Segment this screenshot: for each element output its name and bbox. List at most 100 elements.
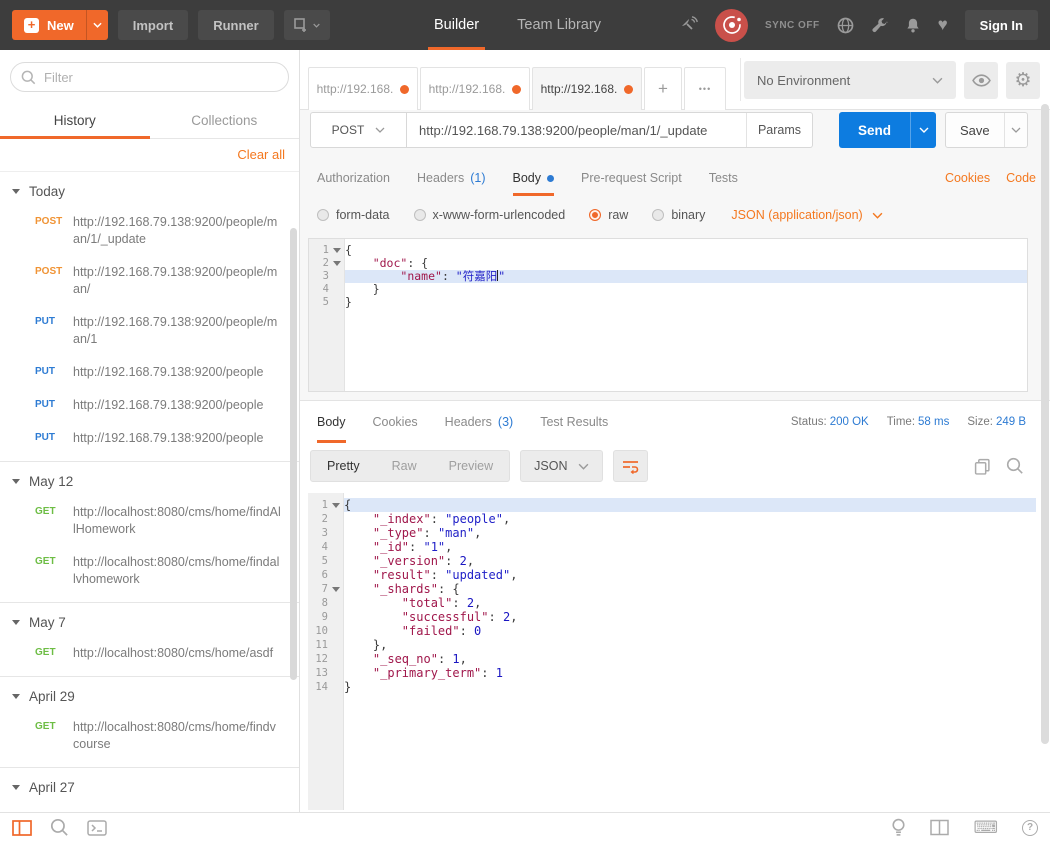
request-tab-headers[interactable]: Headers(1) — [417, 160, 486, 196]
code-text: "failed": 0 — [344, 624, 1036, 638]
sidebar-tab-collections[interactable]: Collections — [150, 104, 300, 138]
bell-icon[interactable] — [905, 17, 921, 34]
format-select[interactable]: JSON — [520, 450, 603, 482]
search-everywhere-icon[interactable] — [50, 818, 69, 837]
nav-tab-team-library[interactable]: Team Library — [511, 0, 607, 50]
two-pane-layout-icon[interactable] — [930, 819, 949, 836]
response-tab-cookies[interactable]: Cookies — [373, 401, 418, 443]
send-dropdown-arrow[interactable] — [910, 112, 936, 148]
content-type-select[interactable]: JSON (application/json) — [731, 208, 882, 222]
view-mode-pretty[interactable]: Pretty — [311, 451, 376, 481]
wrench-icon[interactable] — [871, 17, 888, 34]
history-item[interactable]: PUThttp://192.168.79.138:9200/people — [0, 422, 299, 455]
fold-arrow-icon[interactable] — [329, 257, 345, 270]
response-body-editor[interactable]: 1{2 "_index": "people",3 "_type": "man",… — [308, 493, 1036, 810]
console-icon[interactable] — [87, 820, 107, 836]
more-tabs-button[interactable]: ••• — [684, 67, 726, 110]
sidebar-tab-history[interactable]: History — [0, 104, 150, 138]
history-item[interactable]: POSThttp://localhost:8080/cms/login/dol — [0, 802, 299, 812]
history-item[interactable]: POSThttp://192.168.79.138:9200/people/ma… — [0, 206, 299, 256]
request-tab-authorization[interactable]: Authorization — [317, 160, 390, 196]
new-dropdown-arrow[interactable] — [86, 10, 108, 40]
nav-tab-builder[interactable]: Builder — [428, 0, 485, 50]
environment-select[interactable]: No Environment — [744, 61, 956, 99]
request-url-tab[interactable]: http://192.168. — [420, 67, 530, 110]
request-url-tab[interactable]: http://192.168. — [532, 67, 642, 110]
code-line: 9 "successful": 2, — [308, 610, 1036, 624]
cookies-link[interactable]: Cookies — [945, 171, 990, 185]
lightbulb-icon[interactable] — [891, 818, 906, 837]
request-body-editor[interactable]: 1{2 "doc": {3 "name": "符嘉阳"4 }5} — [308, 238, 1028, 392]
code-token: "_id" — [373, 540, 409, 554]
code-token: : — [460, 624, 474, 638]
body-mode-x-www-form-urlencoded[interactable]: x-www-form-urlencoded — [414, 208, 566, 222]
chevron-down-icon — [872, 212, 883, 219]
code-link[interactable]: Code — [1006, 171, 1036, 185]
method-badge: PUT — [35, 430, 71, 447]
body-mode-binary[interactable]: binary — [652, 208, 705, 222]
params-button[interactable]: Params — [746, 113, 812, 147]
history-item[interactable]: GEThttp://localhost:8080/cms/home/findal… — [0, 546, 299, 596]
view-mode-raw[interactable]: Raw — [376, 451, 433, 481]
help-icon[interactable]: ? — [1022, 820, 1038, 836]
sidebar-toggle-icon[interactable] — [12, 820, 32, 836]
history-item[interactable]: GEThttp://localhost:8080/cms/home/findAl… — [0, 496, 299, 546]
request-url-tab[interactable]: http://192.168. — [308, 67, 418, 110]
fold-arrow-icon[interactable] — [329, 244, 345, 257]
fold-arrow-icon[interactable] — [328, 498, 344, 512]
body-mode-form-data[interactable]: form-data — [317, 208, 390, 222]
format-select-value: JSON — [534, 459, 567, 473]
history-item[interactable]: POSThttp://192.168.79.138:9200/people/ma… — [0, 256, 299, 306]
history-group-header[interactable]: Today — [0, 172, 299, 206]
sidebar-scrollbar[interactable] — [290, 228, 297, 680]
fold-slot — [328, 554, 344, 568]
new-tab-button[interactable]: + — [644, 67, 682, 110]
history-group-header[interactable]: May 12 — [0, 462, 299, 496]
history-item[interactable]: PUThttp://192.168.79.138:9200/people — [0, 389, 299, 422]
runner-button[interactable]: Runner — [198, 10, 274, 40]
main-scrollbar[interactable] — [1041, 104, 1049, 744]
request-tab-tests[interactable]: Tests — [709, 160, 738, 196]
sign-in-button[interactable]: Sign In — [965, 10, 1038, 40]
globe-icon[interactable] — [837, 17, 854, 34]
view-mode-preview[interactable]: Preview — [433, 451, 509, 481]
wrap-lines-button[interactable] — [613, 450, 648, 482]
history-item[interactable]: PUThttp://192.168.79.138:9200/people — [0, 356, 299, 389]
response-tab-label: Headers — [445, 415, 492, 429]
code-line: 10 "failed": 0 — [308, 624, 1036, 638]
clear-all-link[interactable]: Clear all — [237, 147, 285, 162]
code-token: } — [345, 282, 380, 296]
new-button[interactable]: + New — [12, 10, 108, 40]
method-select[interactable]: POST — [310, 112, 407, 148]
heart-icon[interactable]: ♥ — [938, 15, 948, 35]
environment-preview-button[interactable] — [964, 62, 998, 99]
history-item[interactable]: GEThttp://localhost:8080/cms/home/findvc… — [0, 711, 299, 761]
url-input[interactable]: http://192.168.79.138:9200/people/man/1/… — [407, 113, 746, 147]
save-button[interactable]: Save — [945, 112, 1028, 148]
satellite-icon[interactable] — [679, 16, 698, 35]
fold-slot — [328, 568, 344, 582]
workspace-button[interactable] — [284, 10, 330, 40]
history-item[interactable]: GEThttp://localhost:8080/cms/home/asdf — [0, 637, 299, 670]
settings-button[interactable]: ⚙ — [1006, 62, 1040, 99]
request-tab-pre-request-script[interactable]: Pre-request Script — [581, 160, 682, 196]
keyboard-shortcuts-icon[interactable]: ⌨ — [973, 818, 998, 838]
import-button[interactable]: Import — [118, 10, 188, 40]
response-tab-body[interactable]: Body — [317, 401, 346, 443]
new-button-main[interactable]: + New — [12, 10, 86, 40]
send-button[interactable]: Send — [839, 112, 936, 148]
response-tab-headers[interactable]: Headers(3) — [445, 401, 514, 443]
request-tab-body[interactable]: Body — [513, 160, 555, 196]
fold-arrow-icon[interactable] — [328, 582, 344, 596]
filter-input[interactable] — [44, 70, 278, 85]
history-group-header[interactable]: April 27 — [0, 768, 299, 802]
sync-icon[interactable] — [715, 9, 748, 42]
history-group-header[interactable]: May 7 — [0, 603, 299, 637]
history-item[interactable]: PUThttp://192.168.79.138:9200/people/man… — [0, 306, 299, 356]
response-tab-test-results[interactable]: Test Results — [540, 401, 608, 443]
body-mode-raw[interactable]: raw — [589, 208, 628, 222]
history-group-header[interactable]: April 29 — [0, 677, 299, 711]
save-dropdown-arrow[interactable] — [1004, 113, 1027, 147]
copy-icon[interactable] — [974, 458, 991, 475]
search-response-icon[interactable] — [1006, 457, 1024, 475]
